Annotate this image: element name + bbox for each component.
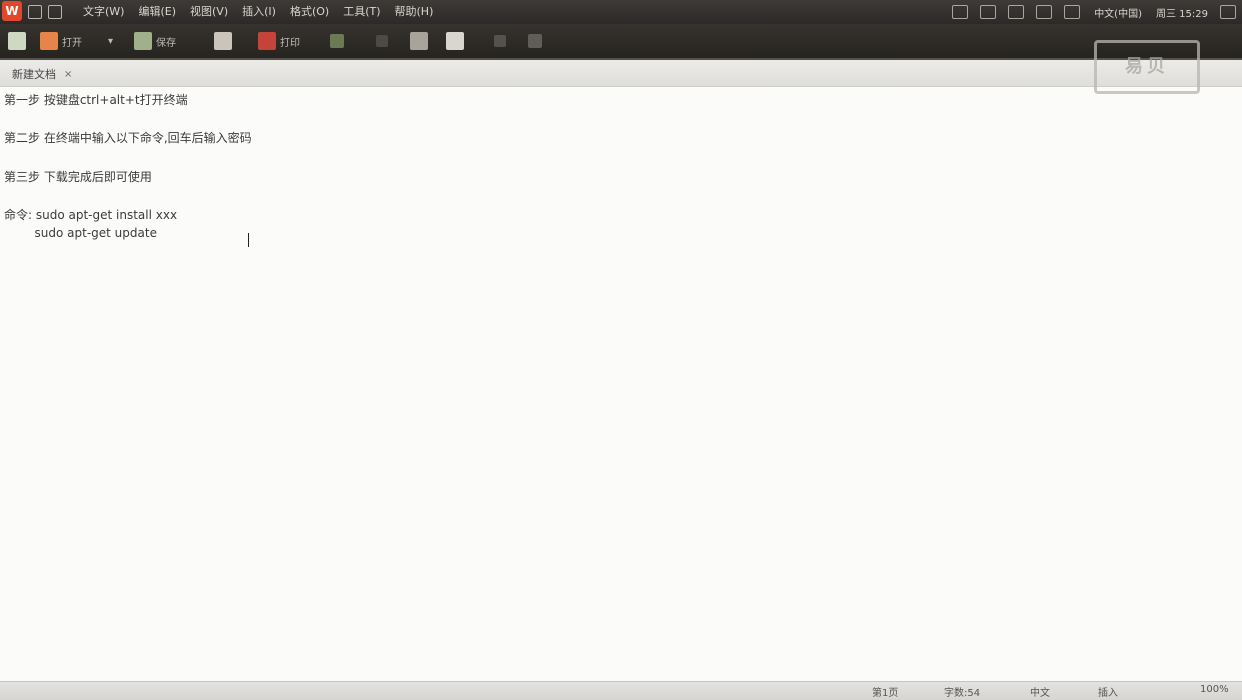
text-line: 第一步 按键盘ctrl+alt+t打开终端 xyxy=(4,93,188,107)
open-label: 打开 xyxy=(62,37,82,49)
keyboard-icon[interactable] xyxy=(952,5,969,19)
status-zoom[interactable]: 100% xyxy=(1200,684,1229,695)
menu-tools[interactable]: 工具(T) xyxy=(336,0,387,24)
undo-icon xyxy=(330,34,344,48)
undo-button[interactable] xyxy=(330,31,344,51)
text-line: 第二步 在终端中输入以下命令,回车后输入密码 xyxy=(4,131,252,145)
power-icon[interactable] xyxy=(1220,5,1236,19)
menu-view[interactable]: 视图(V) xyxy=(183,0,235,24)
open-button[interactable]: 打开 xyxy=(40,31,82,51)
volume-icon[interactable] xyxy=(1064,5,1081,19)
document-tab[interactable]: 新建文档 × xyxy=(4,64,80,84)
menu-insert[interactable]: 插入(I) xyxy=(235,0,283,24)
status-bar: 第1页 字数:54 中文 插入 100% xyxy=(0,681,1242,700)
status-language: 中文 xyxy=(1030,688,1050,699)
paste-icon xyxy=(410,32,428,50)
battery-icon[interactable] xyxy=(1036,5,1053,19)
status-words: 字数:54 xyxy=(944,688,981,699)
menu-bar: W 文字(W) 编辑(E) 视图(V) 插入(I) 格式(O) 工具(T) 帮助… xyxy=(0,0,1242,24)
menu-format[interactable]: 格式(O) xyxy=(283,0,336,24)
open-folder-icon xyxy=(40,32,58,50)
system-tray: 中文(中国) 周三 15:29 xyxy=(940,0,1236,24)
watermark-logo: 易贝 xyxy=(1094,40,1200,94)
save-icon xyxy=(134,32,152,50)
minimize-icon[interactable] xyxy=(28,5,42,19)
mail-icon[interactable] xyxy=(1008,5,1025,19)
copy-button[interactable] xyxy=(214,31,232,51)
clipboard-button[interactable] xyxy=(446,31,464,51)
paste-button[interactable] xyxy=(410,31,428,51)
save-button[interactable]: 保存 xyxy=(134,31,176,51)
find-button[interactable] xyxy=(528,31,542,51)
cut-button[interactable] xyxy=(376,31,388,51)
search-icon xyxy=(528,34,542,48)
text-line: sudo apt-get update xyxy=(4,226,157,240)
clock[interactable]: 周三 15:29 xyxy=(1156,5,1208,20)
text-cursor xyxy=(248,233,249,247)
menu-help[interactable]: 帮助(H) xyxy=(388,0,441,24)
app-logo-icon[interactable]: W xyxy=(2,1,22,21)
restore-icon[interactable] xyxy=(48,5,62,19)
status-page: 第1页 xyxy=(872,688,899,699)
save-label: 保存 xyxy=(156,37,176,49)
toolbar: 打开 ▾ 保存 打印 xyxy=(0,24,1242,60)
new-document-icon xyxy=(8,32,26,50)
redo-button[interactable] xyxy=(494,31,506,51)
cut-icon xyxy=(376,35,388,47)
print-icon xyxy=(258,32,276,50)
main-menu: 文字(W) 编辑(E) 视图(V) 插入(I) 格式(O) 工具(T) 帮助(H… xyxy=(76,0,440,24)
text-line: 第三步 下载完成后即可使用 xyxy=(4,170,152,184)
menu-file[interactable]: 文字(W) xyxy=(76,0,131,24)
network-icon[interactable] xyxy=(980,5,997,19)
print-label: 打印 xyxy=(280,37,300,49)
quick-access xyxy=(28,4,68,20)
input-language[interactable]: 中文(中国) xyxy=(1094,5,1142,20)
clipboard-icon xyxy=(446,32,464,50)
chevron-down-icon: ▾ xyxy=(108,35,114,47)
text-line: 命令: sudo apt-get install xxx xyxy=(4,208,178,222)
close-icon[interactable]: × xyxy=(64,69,72,80)
menu-edit[interactable]: 编辑(E) xyxy=(131,0,183,24)
dropdown-button[interactable]: ▾ xyxy=(108,31,113,51)
print-button[interactable]: 打印 xyxy=(258,31,300,51)
tab-title: 新建文档 xyxy=(12,68,56,81)
tab-strip: 新建文档 × xyxy=(0,60,1242,87)
copy-icon xyxy=(214,32,232,50)
new-document-button[interactable] xyxy=(8,31,30,51)
redo-icon xyxy=(494,35,506,47)
status-mode[interactable]: 插入 xyxy=(1098,684,1118,699)
document-editor[interactable]: 第一步 按键盘ctrl+alt+t打开终端 第二步 在终端中输入以下命令,回车后… xyxy=(0,87,1242,681)
